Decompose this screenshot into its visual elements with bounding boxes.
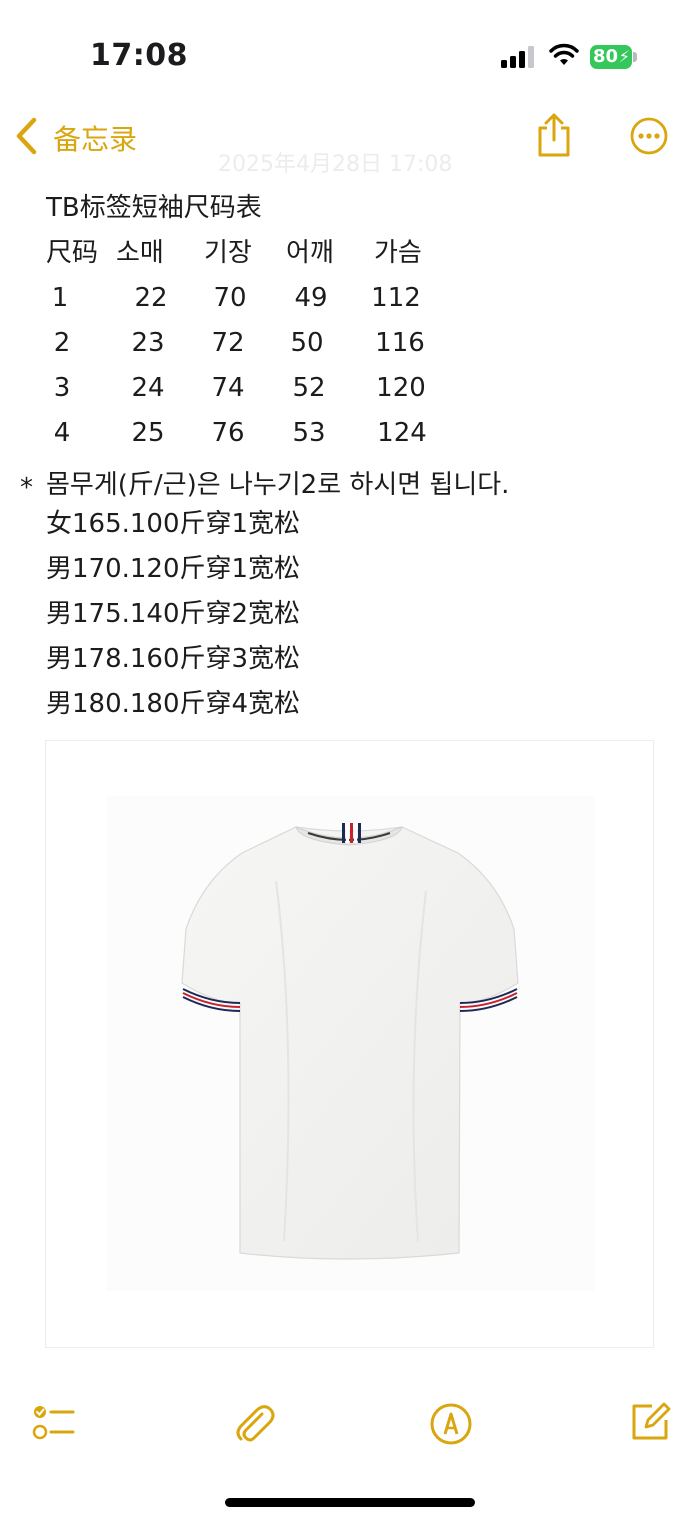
table-cell: 24 [131,373,165,403]
bullet-marker: * [20,473,33,503]
table-row: 3 24 74 52 120 [46,366,466,411]
more-options-icon[interactable] [630,117,668,155]
list-item: 男178.160斤穿3宽松 [46,644,301,674]
checklist-icon[interactable] [31,1402,75,1446]
table-cell: 70 [213,283,247,313]
table-cell: 52 [292,373,326,403]
battery-tip [633,52,637,62]
status-time: 17:08 [90,38,188,73]
weight-conversion-note: 몸무게(斤/근)은 나누기2로 하시면 됩니다. [46,470,510,500]
paperclip-icon[interactable] [232,1402,276,1446]
table-row: 1 22 70 49 112 [46,276,466,321]
table-cell: 25 [131,418,165,448]
table-cell: 1 [51,283,69,313]
table-row: 4 25 76 53 124 [46,411,466,456]
size-table-header: 尺码 소매 기장 어깨 가슴 [46,231,466,276]
home-indicator[interactable] [225,1498,475,1507]
table-cell: 112 [371,283,421,313]
tshirt-photo[interactable] [45,740,654,1348]
list-item: 女165.100斤穿1宽松 [46,509,301,539]
table-cell: 22 [134,283,168,313]
table-header-cell: 가슴 [374,238,422,268]
table-cell: 124 [377,418,427,448]
note-date: 2025年4月28日 17:08 [218,152,453,177]
battery-level: 80 [593,46,619,67]
charging-bolt-icon: ⚡ [618,47,630,66]
tshirt-illustration [106,796,594,1291]
table-header-cell: 어깨 [286,238,334,268]
table-cell: 120 [376,373,426,403]
table-cell: 53 [292,418,326,448]
battery-indicator: 80 ⚡ [590,45,632,69]
table-cell: 76 [211,418,245,448]
table-cell: 2 [53,328,71,358]
table-cell: 23 [131,328,165,358]
compose-icon[interactable] [628,1400,672,1444]
table-cell: 3 [53,373,71,403]
wifi-icon [549,43,579,65]
table-cell: 74 [211,373,245,403]
chevron-left-icon[interactable] [14,116,38,156]
table-header-cell: 기장 [204,238,252,268]
list-item: 男170.120斤穿1宽松 [46,554,301,584]
table-row: 2 23 72 50 116 [46,321,466,366]
back-button[interactable]: 备忘录 [53,118,137,158]
table-cell: 116 [375,328,425,358]
list-item: 男175.140斤穿2宽松 [46,599,301,629]
table-cell: 50 [290,328,324,358]
table-cell: 4 [53,418,71,448]
share-icon[interactable] [536,112,572,158]
markup-pen-icon[interactable] [429,1402,473,1446]
table-cell: 72 [211,328,245,358]
table-header-cell: 소매 [116,238,164,268]
table-header-cell: 尺码 [46,238,99,268]
cellular-signal-icon [501,46,534,68]
weight-guide-list: 女165.100斤穿1宽松 男170.120斤穿1宽松 男175.140斤穿2宽… [46,502,466,727]
list-item: 男180.180斤穿4宽松 [46,689,301,719]
note-title: TB标签短袖尺码表 [46,193,262,223]
table-cell: 49 [294,283,328,313]
